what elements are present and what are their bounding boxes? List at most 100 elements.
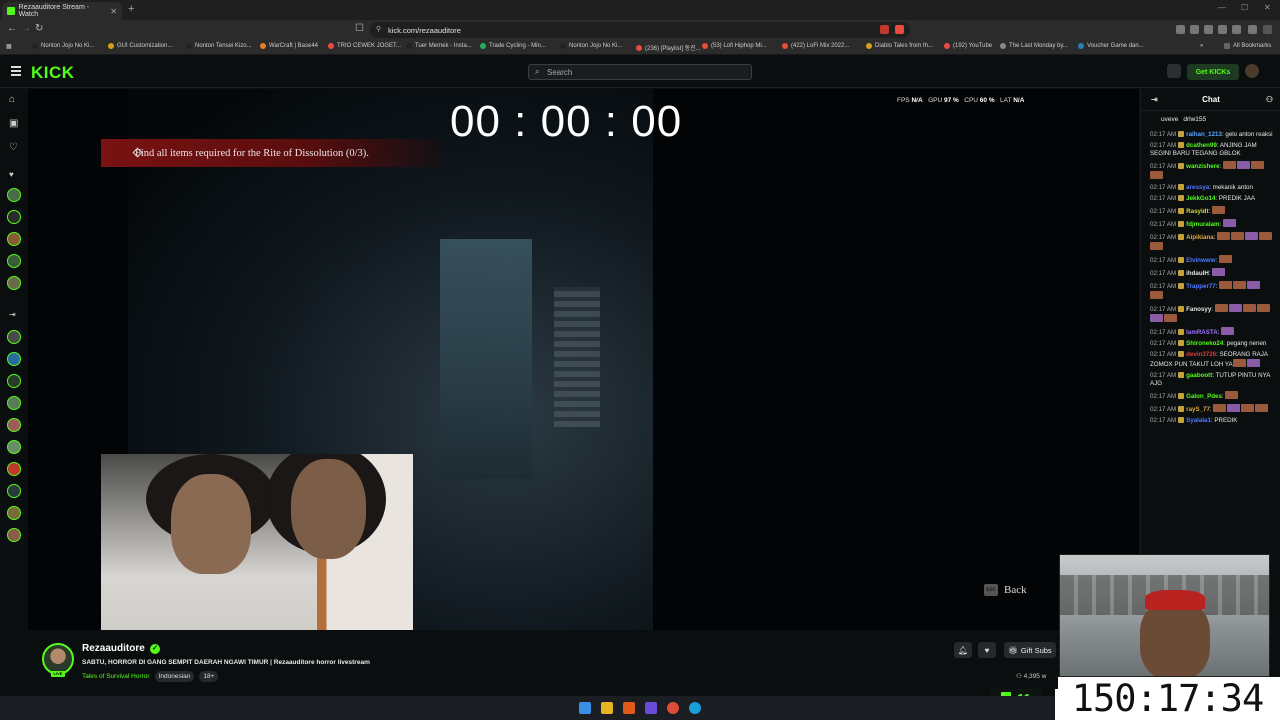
bookmark-item[interactable]: (422) LoFi Mix 2022...	[782, 43, 849, 49]
get-kicks-button[interactable]: Get KICKs	[1187, 64, 1239, 80]
expand-icon[interactable]: ⇥	[9, 310, 16, 319]
leaderboard-user[interactable]: uveve	[1161, 116, 1178, 123]
chat-username[interactable]: IamRASTA	[1186, 329, 1218, 336]
following-icon[interactable]: ♡	[9, 142, 18, 153]
notification-bell-icon[interactable]: 🔔︎	[954, 642, 972, 658]
chat-username[interactable]: Elvinwww	[1186, 257, 1215, 264]
extension-icon[interactable]	[1204, 25, 1213, 34]
chat-username[interactable]: Syalala1	[1186, 417, 1211, 424]
channel-avatar[interactable]	[7, 462, 21, 476]
bookmark-item[interactable]: Nonton Tensei Kizo...	[186, 43, 252, 49]
minimize-icon[interactable]: —	[1218, 3, 1226, 12]
url-field[interactable]: ⚲ kick.com/rezaauditore	[370, 22, 910, 38]
search-input[interactable]: ⌕ Search	[528, 64, 752, 80]
channel-avatar[interactable]	[7, 330, 21, 344]
all-bookmarks[interactable]: All Bookmarks	[1224, 43, 1271, 49]
chat-username[interactable]: JekkGo14	[1186, 195, 1215, 202]
channel-avatar[interactable]	[7, 528, 21, 542]
extension-icon[interactable]	[1232, 25, 1241, 34]
category-link[interactable]: Tales of Survival Horror	[82, 673, 150, 680]
chat-username[interactable]: dcathen99	[1186, 142, 1217, 149]
close-tab-icon[interactable]: ✕	[110, 7, 117, 16]
channel-avatar[interactable]	[7, 254, 21, 268]
bookmark-item[interactable]: GUI Customization...	[108, 43, 172, 49]
video-player[interactable]: 00 : 00 : 00 Find all items required for…	[28, 89, 1139, 630]
channel-avatar[interactable]	[7, 440, 21, 454]
follow-heart-icon[interactable]: ♥	[978, 642, 996, 658]
chat-username[interactable]: devin3726	[1186, 351, 1216, 358]
profile-icon[interactable]	[1248, 25, 1257, 34]
browser-menu-icon[interactable]	[1263, 25, 1272, 34]
bookmark-item[interactable]: Voucher Game dan...	[1078, 43, 1144, 49]
channel-avatar[interactable]	[7, 276, 21, 290]
avatar[interactable]	[1245, 64, 1259, 78]
bookmark-page-icon[interactable]: ☐	[355, 23, 364, 34]
edge-icon[interactable]	[689, 702, 701, 714]
chat-username[interactable]: gaaboott	[1186, 372, 1212, 379]
maximize-icon[interactable]: ☐	[1241, 3, 1248, 12]
home-icon[interactable]: ⌂	[9, 94, 15, 105]
chat-username[interactable]: aressya	[1186, 184, 1209, 191]
windows-start-icon[interactable]	[579, 702, 591, 714]
extension-icon[interactable]	[1176, 25, 1185, 34]
gift-icon[interactable]	[1167, 64, 1181, 78]
new-tab-icon[interactable]: +	[128, 3, 134, 15]
channel-avatar[interactable]	[7, 418, 21, 432]
bookmark-item[interactable]: (192) YouTube	[944, 43, 992, 49]
tag-pill[interactable]: 18+	[199, 671, 219, 682]
chat-username[interactable]: fdjmuralam	[1186, 221, 1219, 228]
chat-username[interactable]: Galon_Pdes	[1186, 393, 1222, 400]
apps-icon[interactable]: ▦	[6, 43, 12, 50]
channel-avatar[interactable]	[7, 232, 21, 246]
chat-username[interactable]: wanzishere	[1186, 163, 1219, 170]
chat-users-icon[interactable]: ⚇	[1266, 95, 1273, 104]
site-info-icon[interactable]: ⚲	[376, 25, 381, 33]
gift-subs-button[interactable]: 🎁︎ Gift Subs	[1004, 642, 1056, 658]
tag-pill[interactable]: Indonesian	[154, 671, 195, 682]
channel-avatar[interactable]	[7, 506, 21, 520]
channel-avatar[interactable]	[7, 484, 21, 498]
extension-icon[interactable]	[1218, 25, 1227, 34]
bookmark-item[interactable]: Diablo Tales from th...	[866, 43, 933, 49]
chat-username[interactable]: raihan_1213	[1186, 131, 1222, 138]
kick-logo[interactable]: KICK	[31, 63, 75, 83]
forward-arrow-icon[interactable]: →	[21, 23, 31, 34]
app-icon[interactable]	[645, 702, 657, 714]
browse-icon[interactable]: ▣	[9, 118, 18, 129]
bookmark-item[interactable]: (53) Lofi Hiphop Mi...	[702, 43, 767, 49]
collapse-chat-icon[interactable]: ⇥	[1151, 95, 1158, 104]
chevron-right-icon[interactable]: »	[1200, 43, 1203, 49]
chat-username[interactable]: Rasyidt	[1186, 208, 1208, 215]
chat-username[interactable]: ihdaulH	[1186, 270, 1209, 277]
extension-icon[interactable]	[895, 25, 904, 34]
close-window-icon[interactable]: ✕	[1264, 3, 1271, 12]
back-arrow-icon[interactable]: ←	[7, 23, 17, 34]
chat-username[interactable]: Trapper77	[1186, 283, 1216, 290]
chrome-icon[interactable]	[667, 702, 679, 714]
menu-icon[interactable]	[11, 66, 21, 78]
channel-avatar[interactable]	[7, 188, 21, 202]
channel-avatar[interactable]	[7, 374, 21, 388]
browser-tab[interactable]: Rezaauditore Stream - Watch ✕	[2, 2, 122, 20]
back-button[interactable]: ESC Back	[984, 584, 1027, 596]
bookmark-item[interactable]: (236) [Playlist] 동진...	[636, 43, 701, 52]
bookmark-item[interactable]: Nonton Jojo No Ki...	[560, 43, 622, 49]
extension-icon[interactable]	[1190, 25, 1199, 34]
extension-icon[interactable]	[880, 25, 889, 34]
bookmark-item[interactable]: Nonton Jojo No Ki...	[32, 43, 94, 49]
chat-username[interactable]: Fanosyy	[1186, 306, 1211, 313]
chat-username[interactable]: Shironeko24	[1186, 340, 1223, 347]
channel-avatar[interactable]	[7, 352, 21, 366]
bookmark-item[interactable]: TRIO CEWEK JOGET...	[328, 43, 401, 49]
streamer-name[interactable]: Rezaauditore	[82, 643, 145, 654]
bookmark-item[interactable]: Trade Cycling - Min...	[480, 43, 546, 49]
leaderboard-user[interactable]: drlw155	[1183, 116, 1206, 123]
brave-browser-icon[interactable]	[623, 702, 635, 714]
bookmark-item[interactable]: WarCraft | Base44	[260, 43, 318, 49]
bookmark-item[interactable]: The Last Monday by...	[1000, 43, 1068, 49]
reload-icon[interactable]: ↻	[35, 23, 43, 34]
chat-username[interactable]: Aipikiana	[1186, 234, 1214, 241]
channel-avatar[interactable]	[7, 396, 21, 410]
channel-avatar[interactable]	[7, 210, 21, 224]
file-explorer-icon[interactable]	[601, 702, 613, 714]
